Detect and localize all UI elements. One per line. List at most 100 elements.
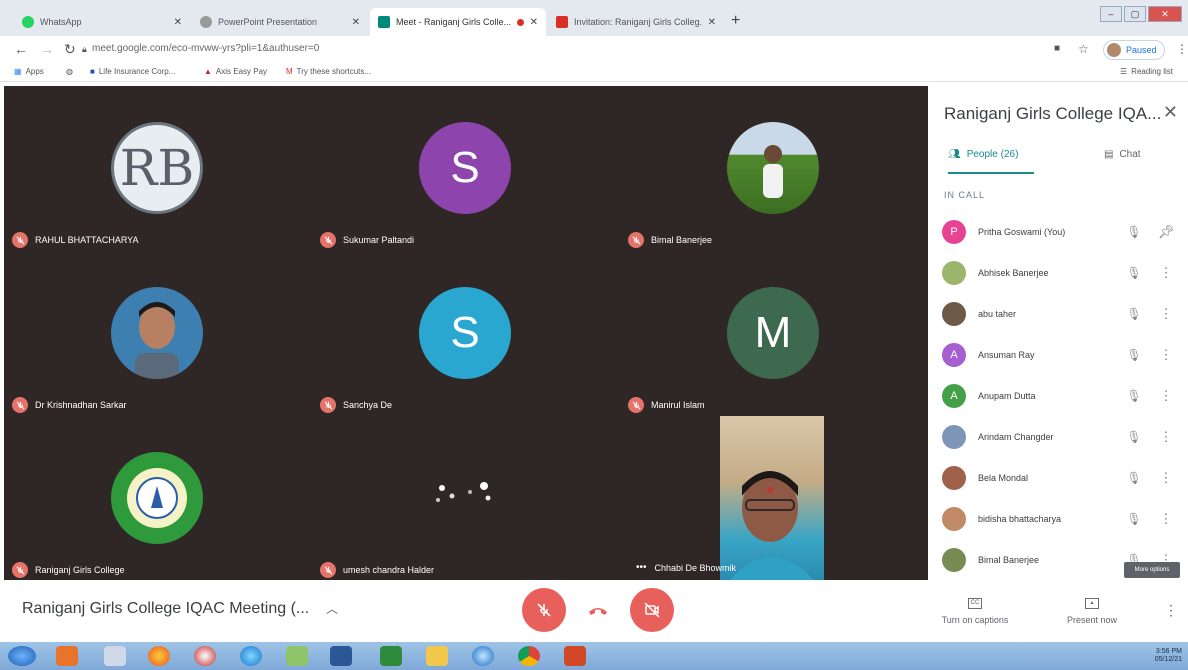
avatar: S <box>419 287 511 379</box>
more-options-icon[interactable]: ⋮ <box>1156 306 1176 322</box>
participant-name: RAHUL BHATTACHARYA <box>35 235 139 245</box>
person-row[interactable]: A Ansuman Ray 🎙︎ ⋮ <box>942 335 1178 375</box>
person-row[interactable]: Arindam Changder 🎙︎ ⋮ <box>942 417 1178 457</box>
bookmark-lic[interactable]: ■ Life Insurance Corp... <box>90 67 175 76</box>
tab-invitation[interactable]: Invitation: Raniganj Girls Colleg... ✕ <box>548 8 724 36</box>
profile-button[interactable]: Paused <box>1103 40 1165 60</box>
person-name: Abhisek Banerjee <box>978 268 1049 278</box>
pin-icon[interactable]: 📌︎ <box>1156 224 1176 240</box>
close-icon[interactable]: ✕ <box>1163 102 1178 123</box>
profile-label: Paused <box>1126 45 1157 55</box>
avatar: S <box>419 122 511 214</box>
participant-tile[interactable]: S Sanchya De <box>312 251 618 415</box>
more-dots-icon[interactable]: ••• <box>636 562 647 573</box>
panel-title: Raniganj Girls College IQA... <box>944 104 1162 123</box>
excel-icon[interactable] <box>380 646 402 666</box>
office-app-icon[interactable] <box>56 646 78 666</box>
participant-name-tag: Raniganj Girls College <box>12 562 125 578</box>
opera-icon[interactable] <box>194 646 216 666</box>
more-options-icon[interactable]: ⋮ <box>1156 470 1176 486</box>
participant-tile[interactable]: Dr Krishnadhan Sarkar <box>4 251 310 415</box>
back-arrow-icon[interactable]: ← <box>14 41 28 57</box>
close-icon[interactable]: ✕ <box>352 17 360 28</box>
more-options-icon[interactable]: ⋮ <box>1156 265 1176 281</box>
chrome-icon[interactable] <box>518 646 540 666</box>
participant-tile[interactable]: ••• Chhabi De Bhowmik <box>620 416 926 580</box>
participant-name: Raniganj Girls College <box>35 565 125 575</box>
reload-icon[interactable]: ↻ <box>64 41 76 58</box>
edge-icon[interactable] <box>240 646 262 666</box>
close-icon[interactable]: ✕ <box>174 17 182 28</box>
start-button-icon[interactable] <box>8 646 36 666</box>
chevron-up-icon[interactable]: ︿ <box>326 600 338 617</box>
person-row[interactable]: P Pritha Goswami (You) 🎙︎ 📌︎ <box>942 212 1178 252</box>
bookmark-axis[interactable]: ▲ Axis Easy Pay <box>204 67 267 76</box>
ie-icon[interactable] <box>472 646 494 666</box>
folder-icon[interactable] <box>426 646 448 666</box>
taskbar: 3:56 PM 05/12/21 <box>0 642 1188 670</box>
address-bar: ← → ↻ 🔒︎ meet.google.com/eco-mvww-yrs?pl… <box>0 36 1188 62</box>
firefox-icon[interactable] <box>148 646 170 666</box>
menu-kebab-icon[interactable]: ⋮ <box>1176 42 1188 56</box>
close-window-button[interactable]: ✕ <box>1148 6 1182 22</box>
more-options-icon[interactable]: ⋮ <box>1156 388 1176 404</box>
person-name: abu taher <box>978 309 1017 319</box>
axis-icon: ▲ <box>204 67 212 76</box>
camera-toggle-button[interactable] <box>630 588 674 632</box>
captions-label: Turn on captions <box>941 615 1009 625</box>
minimize-button[interactable]: – <box>1100 6 1122 22</box>
powerpoint-icon[interactable] <box>564 646 586 666</box>
participant-name: Sanchya De <box>343 400 393 410</box>
avatar <box>942 507 966 531</box>
mic-off-icon <box>12 397 28 413</box>
participant-tile[interactable]: Bimal Banerjee <box>620 86 926 250</box>
files-app-icon[interactable] <box>104 646 126 666</box>
participant-name-tag: Sanchya De <box>320 397 392 413</box>
meeting-title[interactable]: Raniganj Girls College IQAC Meeting (... <box>22 600 309 618</box>
tab-meet[interactable]: Meet - Raniganj Girls Colle... ✕ <box>370 8 546 36</box>
forward-arrow-icon[interactable]: → <box>40 41 54 57</box>
person-row[interactable]: abu taher 🎙︎ ⋮ <box>942 294 1178 334</box>
present-button[interactable]: ▴ Present now <box>1060 598 1124 625</box>
more-options-icon[interactable]: ⋮ <box>1156 511 1176 527</box>
tab-chat[interactable]: ▤ Chat <box>1104 142 1141 174</box>
bookmark-globe[interactable]: ◍ <box>66 67 77 76</box>
globe-icon <box>200 16 212 28</box>
word-icon[interactable] <box>330 646 352 666</box>
participant-name-tag: ••• Chhabi De Bhowmik <box>636 562 736 573</box>
camera-icon[interactable]: ■ <box>1054 43 1060 54</box>
more-options-icon[interactable]: ⋮ <box>1164 602 1178 619</box>
reading-list-button[interactable]: ☰ Reading list <box>1120 67 1173 76</box>
bookmark-shortcuts[interactable]: M Try these shortcuts... <box>286 67 371 76</box>
tab-people[interactable]: 👥︎ People (26) <box>948 142 1034 174</box>
close-icon[interactable]: ✕ <box>530 17 538 28</box>
more-options-icon[interactable]: ⋮ <box>1156 429 1176 445</box>
captions-button[interactable]: CC Turn on captions <box>930 598 1020 625</box>
participant-tile[interactable]: S Sukumar Paltandi <box>312 86 618 250</box>
url-field[interactable]: meet.google.com/eco-mvww-yrs?pli=1&authu… <box>92 43 319 54</box>
tab-whatsapp[interactable]: WhatsApp ✕ <box>14 8 190 36</box>
tab-powerpoint[interactable]: PowerPoint Presentation ✕ <box>192 8 368 36</box>
participant-tile[interactable]: Raniganj Girls College <box>4 416 310 580</box>
maximize-button[interactable]: ▢ <box>1124 6 1146 22</box>
person-name: Arindam Changder <box>978 432 1054 442</box>
mic-off-icon <box>320 562 336 578</box>
participant-tile[interactable]: M Manirul Islam <box>620 251 926 415</box>
mic-off-icon: 🎙︎ <box>1126 225 1142 239</box>
star-icon[interactable]: ☆ <box>1078 42 1089 56</box>
close-icon[interactable]: ✕ <box>708 17 716 28</box>
person-row[interactable]: bidisha bhattacharya 🎙︎ ⋮ <box>942 499 1178 539</box>
new-tab-button[interactable]: + <box>731 12 740 30</box>
participant-tile[interactable]: umesh chandra Halder <box>312 416 618 580</box>
tools-app-icon[interactable] <box>286 646 308 666</box>
person-name: bidisha bhattacharya <box>978 514 1062 524</box>
leave-call-button[interactable] <box>586 600 610 620</box>
person-row[interactable]: Bela Mondal 🎙︎ ⋮ <box>942 458 1178 498</box>
person-row[interactable]: A Anupam Dutta 🎙︎ ⋮ <box>942 376 1178 416</box>
person-row[interactable]: Abhisek Banerjee 🎙︎ ⋮ <box>942 253 1178 293</box>
mic-toggle-button[interactable] <box>522 588 566 632</box>
avatar <box>942 425 966 449</box>
participant-tile[interactable]: RB RAHUL BHATTACHARYA <box>4 86 310 250</box>
more-options-icon[interactable]: ⋮ <box>1156 347 1176 363</box>
bookmark-apps[interactable]: ▦ Apps <box>14 67 44 76</box>
